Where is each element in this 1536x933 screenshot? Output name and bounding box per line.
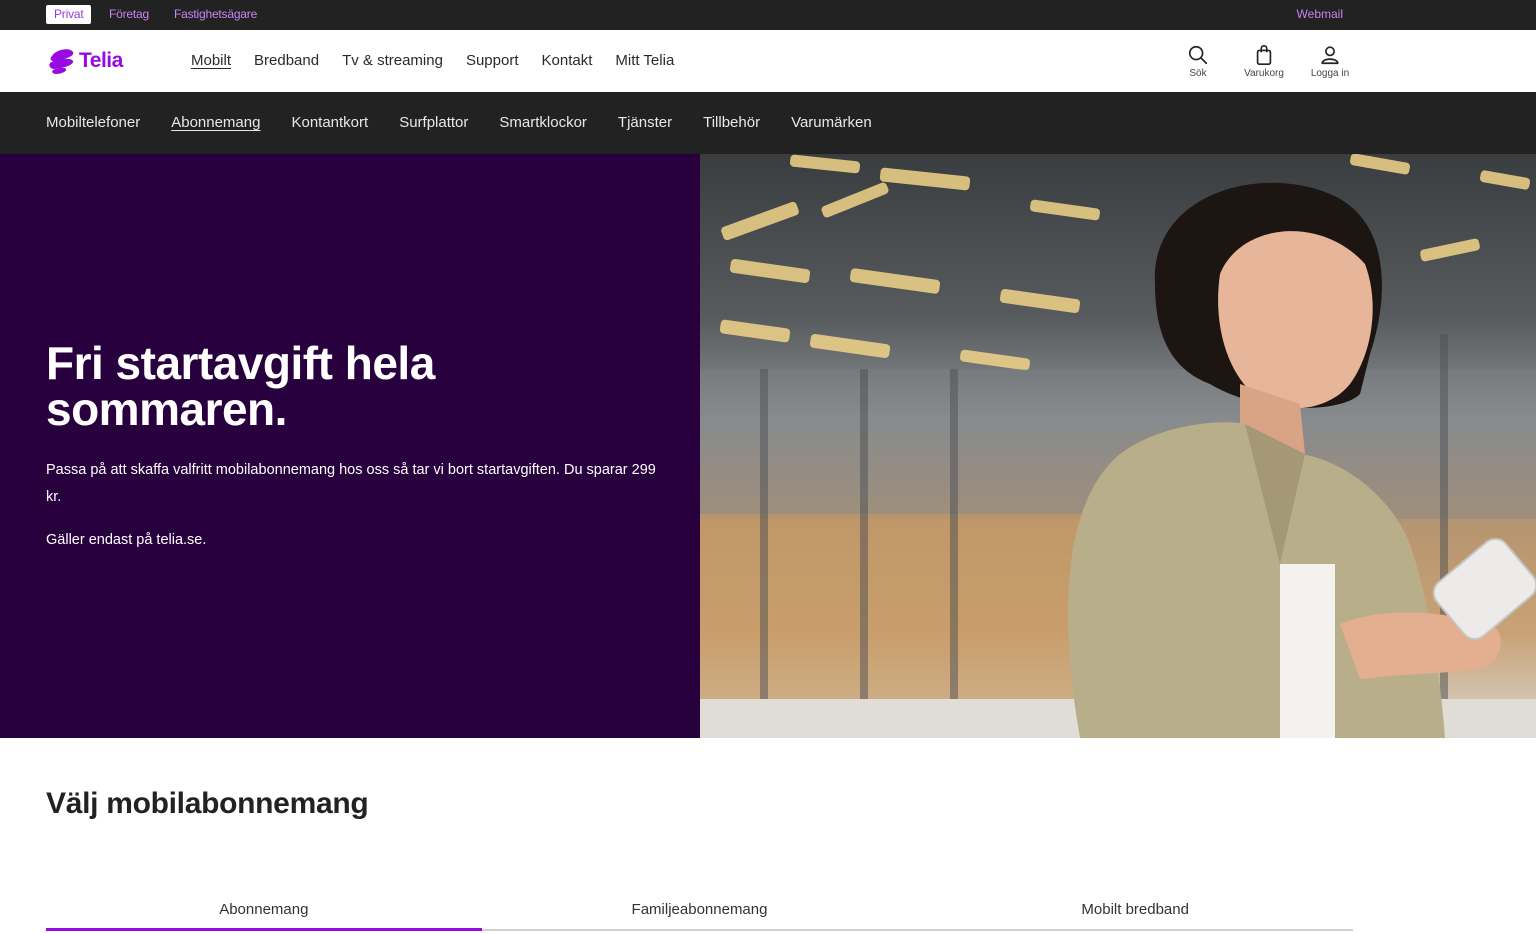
search-button[interactable]: Sök [1168,44,1228,79]
nav-bredband[interactable]: Bredband [254,52,319,70]
hero-banner: Fri startavgift hela sommaren. Passa på … [0,154,1536,738]
nav-kontakt[interactable]: Kontakt [542,52,593,70]
subnav-varumarken[interactable]: Varumärken [791,114,872,132]
cart-label: Varukorg [1244,68,1284,79]
hero-photo [700,154,1536,738]
cart-button[interactable]: Varukorg [1234,44,1294,79]
segment-foretag[interactable]: Företag [109,5,149,24]
telia-pebble-icon [49,49,74,74]
hero-note: Gäller endast på telia.se. [46,532,207,548]
login-button[interactable]: Logga in [1300,44,1360,79]
hero-title: Fri startavgift hela sommaren. [46,337,435,435]
subnav-mobiltelefoner[interactable]: Mobiltelefoner [46,114,140,132]
nav-mitt-telia[interactable]: Mitt Telia [615,52,674,70]
brand-wordmark: Telia [79,49,123,72]
top-utility-bar: Privat Företag Fastighetsägare Webmail [0,0,1536,30]
main-header: Telia Mobilt Bredband Tv & streaming Sup… [0,30,1536,92]
nav-mobilt[interactable]: Mobilt [191,52,231,70]
nav-tv-streaming[interactable]: Tv & streaming [342,52,443,70]
telia-logo[interactable]: Telia [46,45,123,77]
subnav-abonnemang[interactable]: Abonnemang [171,114,260,132]
subnav-smartklockor[interactable]: Smartklockor [499,114,587,132]
subnav-kontantkort[interactable]: Kontantkort [291,114,368,132]
tab-abonnemang[interactable]: Abonnemang [46,895,482,931]
subnav-tjanster[interactable]: Tjänster [618,114,672,132]
tab-familjeabonnemang[interactable]: Familjeabonnemang [482,895,918,929]
search-icon [1188,45,1208,65]
woman-with-phone-illustration [700,154,1536,738]
webmail-link[interactable]: Webmail [1297,5,1343,24]
user-icon [1321,46,1339,65]
hero-body: Passa på att skaffa valfritt mobilabonne… [46,462,656,505]
hero-text-panel: Fri startavgift hela sommaren. Passa på … [0,154,700,738]
subnav-tillbehor[interactable]: Tillbehör [703,114,760,132]
subnav-surfplattor[interactable]: Surfplattor [399,114,468,132]
sub-nav: Mobiltelefoner Abonnemang Kontantkort Su… [0,92,1536,154]
search-label: Sök [1189,68,1207,79]
segment-fastighetsagare[interactable]: Fastighetsägare [174,5,257,24]
tab-mobilt-bredband[interactable]: Mobilt bredband [917,895,1353,929]
shopping-bag-icon [1256,45,1272,65]
section-title: Välj mobilabonnemang [46,787,369,820]
nav-support[interactable]: Support [466,52,519,70]
subscription-tabs: Abonnemang Familjeabonnemang Mobilt bred… [46,895,1353,931]
login-label: Logga in [1310,68,1350,79]
main-nav: Mobilt Bredband Tv & streaming Support K… [191,52,697,70]
segment-privat[interactable]: Privat [46,5,92,24]
